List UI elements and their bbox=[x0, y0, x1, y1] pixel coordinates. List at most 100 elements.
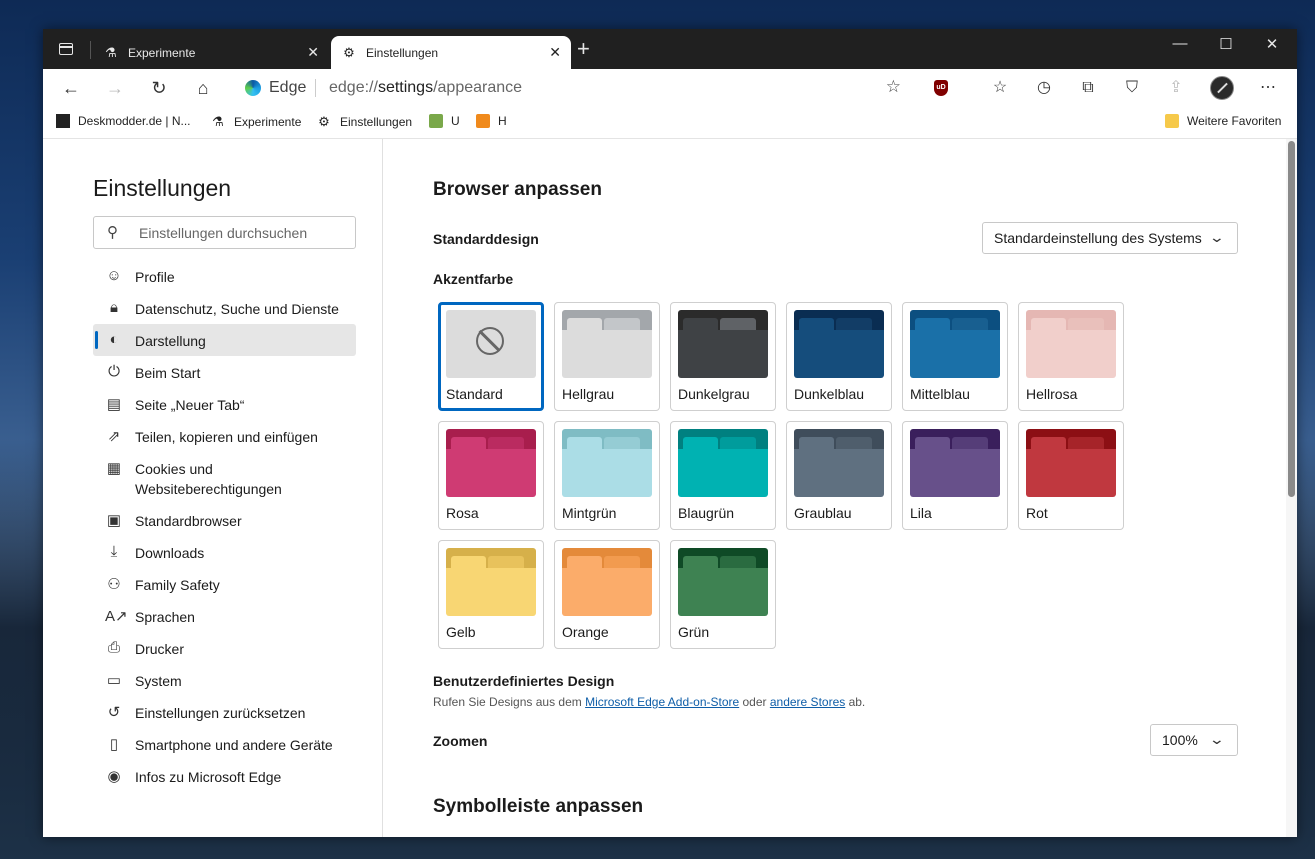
ublock-extension-icon[interactable]: uD bbox=[934, 80, 948, 96]
minimize-button[interactable]: — bbox=[1157, 35, 1203, 52]
description-text: ab. bbox=[845, 695, 866, 709]
sidebar-item-family[interactable]: ⚇ Family Safety bbox=[93, 568, 356, 600]
favorites-icon[interactable]: ☆ bbox=[988, 77, 1012, 99]
color-swatch bbox=[446, 310, 536, 378]
history-icon[interactable]: ◷ bbox=[1032, 77, 1056, 99]
address-brand: Edge bbox=[269, 79, 307, 96]
favorite-label: U bbox=[451, 114, 460, 128]
sidebar-item-label: Darstellung bbox=[135, 333, 206, 349]
favorite-experimente[interactable]: ⚗ Experimente bbox=[210, 114, 301, 130]
accent-color-label: Akzentfarbe bbox=[433, 271, 514, 287]
sidebar-item-share[interactable]: ⇗ Teilen, kopieren und einfügen bbox=[93, 420, 356, 452]
sidebar-item-printers[interactable]: ⎙ Drucker bbox=[93, 632, 356, 664]
color-tile-rosa[interactable]: Rosa bbox=[438, 421, 544, 530]
other-stores-link[interactable]: andere Stores bbox=[770, 695, 845, 709]
theme-dropdown[interactable]: Standardeinstellung des Systems ⌄ bbox=[982, 222, 1238, 254]
tab-einstellungen[interactable]: ⚙ Einstellungen ✕ bbox=[331, 36, 571, 69]
share-icon[interactable]: ⇪ bbox=[1164, 77, 1188, 99]
url-text[interactable]: edge://settings/appearance bbox=[329, 79, 522, 97]
sidebar-item-system[interactable]: ▭ System bbox=[93, 664, 356, 696]
color-tile-dunkelgrau[interactable]: Dunkelgrau bbox=[670, 302, 776, 411]
color-tile-label: Gelb bbox=[446, 624, 476, 640]
color-tile-orange[interactable]: Orange bbox=[554, 540, 660, 649]
browser-icon: ▣ bbox=[106, 512, 122, 529]
color-tile-dunkelblau[interactable]: Dunkelblau bbox=[786, 302, 892, 411]
edge-icon: ◉ bbox=[107, 768, 121, 785]
sidebar-item-reset[interactable]: ↺ Einstellungen zurücksetzen bbox=[93, 696, 356, 728]
tab-separator bbox=[90, 41, 91, 59]
laptop-icon: ▭ bbox=[106, 672, 122, 689]
no-color-icon bbox=[476, 327, 504, 355]
page-scrollbar[interactable] bbox=[1286, 139, 1297, 837]
sidebar-item-label: Family Safety bbox=[135, 577, 220, 593]
section-heading-toolbar: Symbolleiste anpassen bbox=[433, 796, 644, 817]
color-tile-graublau[interactable]: Graublau bbox=[786, 421, 892, 530]
color-tile-mittelblau[interactable]: Mittelblau bbox=[902, 302, 1008, 411]
lock-icon: 🔒︎ bbox=[110, 299, 118, 316]
color-tile-lila[interactable]: Lila bbox=[902, 421, 1008, 530]
tab-actions-icon[interactable] bbox=[59, 43, 73, 55]
sidebar-item-cookies[interactable]: ▦ Cookies und Websiteberechtigungen bbox=[93, 452, 356, 504]
search-icon: ⚲ bbox=[107, 224, 118, 241]
sidebar-item-default-browser[interactable]: ▣ Standardbrowser bbox=[93, 504, 356, 536]
tab-experimente[interactable]: ⚗ Experimente ✕ bbox=[93, 36, 329, 69]
scrollbar-thumb[interactable] bbox=[1288, 141, 1295, 497]
sidebar-item-phone[interactable]: ▯ Smartphone und andere Geräte bbox=[93, 728, 356, 760]
sidebar-item-about[interactable]: ◉ Infos zu Microsoft Edge bbox=[93, 760, 356, 792]
close-window-button[interactable]: ✕ bbox=[1249, 35, 1295, 53]
extension-u-icon bbox=[429, 114, 443, 128]
favorite-h[interactable]: H bbox=[476, 114, 507, 128]
color-tile-gelb[interactable]: Gelb bbox=[438, 540, 544, 649]
color-tile-gruen[interactable]: Grün bbox=[670, 540, 776, 649]
address-bar[interactable]: Edge edge://settings/appearance ☆ bbox=[231, 73, 915, 103]
home-button[interactable]: ⌂ bbox=[189, 76, 217, 100]
new-tab-button[interactable]: + bbox=[577, 38, 590, 60]
favorites-bar: Deskmodder.de | N... ⚗ Experimente ⚙ Ein… bbox=[43, 107, 1297, 139]
color-swatch bbox=[910, 310, 1000, 378]
refresh-button[interactable]: ↻ bbox=[145, 76, 173, 100]
close-tab-icon[interactable]: ✕ bbox=[307, 44, 319, 61]
tab-label: Einstellungen bbox=[366, 45, 439, 60]
sidebar-item-profile[interactable]: ☺ Profile bbox=[93, 260, 356, 292]
sidebar-item-newtab[interactable]: ▤ Seite „Neuer Tab“ bbox=[93, 388, 356, 420]
color-tile-hellrosa[interactable]: Hellrosa bbox=[1018, 302, 1124, 411]
color-tile-label: Grün bbox=[678, 624, 710, 640]
favorite-folder-weitere[interactable]: Weitere Favoriten bbox=[1165, 114, 1281, 128]
color-tile-standard[interactable]: Standard bbox=[438, 302, 544, 411]
browser-essentials-icon[interactable]: ⛉ bbox=[1120, 77, 1144, 99]
favorite-label: H bbox=[498, 114, 507, 128]
color-tile-label: Graublau bbox=[794, 505, 852, 521]
settings-title: Einstellungen bbox=[93, 175, 232, 201]
sidebar-item-appearance[interactable]: ◐ Darstellung bbox=[93, 324, 356, 356]
zoom-dropdown[interactable]: 100% ⌄ bbox=[1150, 724, 1238, 756]
favorite-label: Weitere Favoriten bbox=[1187, 114, 1282, 128]
sidebar-item-languages[interactable]: A↗ Sprachen bbox=[93, 600, 356, 632]
settings-search-input[interactable]: ⚲ Einstellungen durchsuchen bbox=[93, 216, 356, 249]
close-tab-icon[interactable]: ✕ bbox=[549, 44, 561, 61]
add-favorite-icon[interactable]: ☆ bbox=[886, 77, 901, 97]
color-tile-label: Blaugrün bbox=[678, 505, 735, 521]
sidebar-item-downloads[interactable]: ⤓ Downloads bbox=[93, 536, 356, 568]
more-menu-icon[interactable]: ⋯ bbox=[1256, 77, 1280, 99]
gear-icon: ⚙ bbox=[343, 44, 355, 60]
favorite-deskmodder[interactable]: Deskmodder.de | N... bbox=[56, 114, 191, 128]
maximize-button[interactable]: ☐ bbox=[1203, 35, 1249, 53]
navigation-toolbar: ← → ↻ ⌂ Edge edge://settings/appearance … bbox=[43, 69, 1297, 107]
color-tile-mintgruen[interactable]: Mintgrün bbox=[554, 421, 660, 530]
collections-icon[interactable]: ⧉ bbox=[1076, 77, 1100, 99]
color-tile-rot[interactable]: Rot bbox=[1018, 421, 1124, 530]
favorite-u[interactable]: U bbox=[429, 114, 460, 128]
sidebar-item-privacy[interactable]: 🔒︎ Datenschutz, Suche und Dienste bbox=[93, 292, 356, 324]
color-tile-label: Rosa bbox=[446, 505, 479, 521]
color-tile-blaugruen[interactable]: Blaugrün bbox=[670, 421, 776, 530]
download-icon: ⤓ bbox=[110, 543, 118, 560]
profile-avatar[interactable] bbox=[1210, 76, 1234, 100]
favorite-einstellungen[interactable]: ⚙ Einstellungen bbox=[316, 114, 412, 130]
title-bar: ⚗ Experimente ✕ ⚙ Einstellungen ✕ + — ☐ … bbox=[43, 29, 1297, 69]
color-tile-hellgrau[interactable]: Hellgrau bbox=[554, 302, 660, 411]
back-button[interactable]: ← bbox=[57, 76, 85, 100]
forward-button[interactable]: → bbox=[101, 76, 129, 100]
flask-icon: ⚗ bbox=[105, 44, 117, 60]
sidebar-item-startup[interactable]: ⏻ Beim Start bbox=[93, 356, 356, 388]
addon-store-link[interactable]: Microsoft Edge Add-on-Store bbox=[585, 695, 739, 709]
